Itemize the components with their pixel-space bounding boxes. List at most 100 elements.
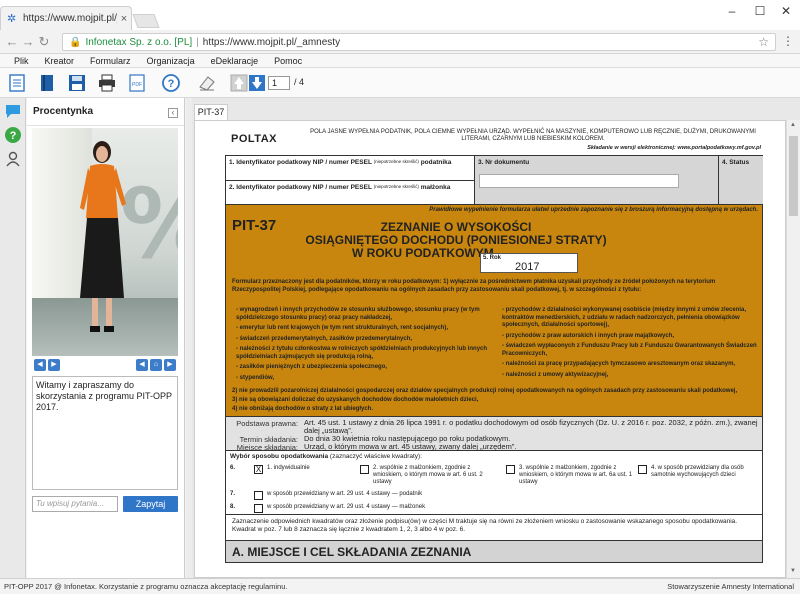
income-item: - należności z umowy aktywizacyjnej, [502,371,609,378]
page-down-button[interactable] [246,72,268,94]
help-button[interactable]: ? [160,72,182,94]
tab-title: https://www.mojpit.pl/_a [23,13,117,24]
option-label: 4. w sposób przewidziany dla osób samotn… [651,465,744,478]
form-title: ZEZNANIE O WYSOKOŚCI OSIĄGNIĘTEGO DOCHOD… [266,221,646,260]
document-scrollbar[interactable]: ▲ ▼ [786,120,800,578]
maximize-icon[interactable]: ☐ [752,4,768,18]
menu-kreator[interactable]: Kreator [45,54,75,67]
menu-formularz[interactable]: Formularz [90,54,131,67]
option-checkbox-checked[interactable]: X [254,465,263,474]
print-button[interactable] [96,72,118,94]
form-title-line-3: W ROKU PODATKOWYM [352,246,494,260]
income-item: - zasiłków pieniężnych z ubezpieczenia s… [236,364,388,370]
scroll-thumb[interactable] [789,136,798,216]
assistant-title: Procentynka [27,98,184,126]
income-item: - świadczeń wypłaconych z Funduszu Pracy… [502,343,757,357]
status-bar: PIT-OPP 2017 @ Infonetax. Korzystanie z … [0,578,800,594]
clear-button[interactable] [196,72,218,94]
video-home-icon[interactable]: ⌂ [150,359,162,371]
nip-taxpayer-label: 1. Identyfikator podatkowy NIP / numer P… [229,159,372,166]
chat-bubble-icon[interactable] [4,102,22,120]
left-icon-strip: ? [0,98,26,578]
brochure-note: Prawidłowe wypełnienie formularza ułatwi… [429,207,758,213]
minimize-icon[interactable]: – [724,4,740,18]
scroll-down-icon[interactable]: ▼ [790,568,796,574]
option-checkbox[interactable] [254,491,263,500]
document-number-input[interactable] [479,174,679,188]
nip-taxpayer-field[interactable]: 1. Identyfikator podatkowy NIP / numer P… [229,159,469,181]
forward-icon[interactable]: → [20,34,36,50]
condition-item: 3) nie są obowiązani doliczać do uzyskan… [232,397,479,403]
book-icon [41,75,53,91]
pit37-form: POLTAX POLA JASNE WYPEŁNIA PODATNIK, POL… [223,127,765,577]
tax-year-label: 5. Rok [483,255,502,261]
assistant-video[interactable]: % [32,128,178,356]
loading-icon: ✲ [7,12,17,25]
ask-button[interactable]: Zapytaj [123,496,178,512]
question-input[interactable]: Tu wpisuj pytania... [32,496,118,512]
bookmark-star-icon[interactable]: ☆ [758,35,769,49]
tax-year-field[interactable]: 5. Rok 2017 [480,253,578,273]
legal-key: Podstawa prawna: [236,419,298,428]
new-tab-button[interactable] [132,14,160,28]
income-item: - należności z tytułu członkostwa w roln… [236,346,488,360]
app-menubar: Plik Kreator Formularz Organizacja eDekl… [0,54,800,68]
tab-pit-37[interactable]: PIT-37 [194,104,228,120]
option-checkbox[interactable] [506,465,515,474]
menu-pomoc[interactable]: Pomoc [274,54,302,67]
status-label: 4. Status [722,159,750,166]
option-checkbox[interactable] [360,465,369,474]
option-checkbox[interactable] [638,465,647,474]
taxation-method-title: Wybór sposobu opodatkowania (zaznaczyć w… [230,453,422,460]
option-label: w sposób przewidziany w art. 29 ust. 4 u… [267,504,426,510]
assistant-panel: Procentynka ‹ % ◀ ▶ ◀ ⌂ ▶ Witamy i zapra… [27,98,185,578]
video-next-icon[interactable]: ▶ [164,359,176,371]
assistant-chat-log: Witamy i zapraszamy do skorzystania z pr… [32,376,178,490]
electronic-note: Składanie w wersji elektronicznej: www.p… [587,145,761,151]
export-pdf-button[interactable]: PDF [126,72,148,94]
panel-collapse-icon[interactable]: ‹ [168,108,178,118]
browser-menu-icon[interactable]: ⋮ [782,34,794,48]
scroll-up-icon[interactable]: ▲ [790,122,796,128]
option-joint-art6-2[interactable]: 2. wspólnie z małżonkiem, zgodnie z wnio… [360,465,500,486]
tab-close-icon[interactable]: × [117,13,131,25]
option-art29-spouse[interactable]: 8. w sposób przewidziany w art. 29 ust. … [230,504,530,513]
back-icon[interactable]: ← [4,34,20,50]
document-number-cell: 3. Nr dokumentu [474,156,718,204]
document-area: PIT-37 POLTAX POLA JASNE WYPEŁNIA PODATN… [192,98,800,578]
video-back-icon[interactable]: ◀ [136,359,148,371]
id-divider [226,180,474,181]
svg-text:?: ? [168,78,175,90]
option-joint-art6a-1[interactable]: 3. wspólnie z małżonkiem, zgodnie z wnio… [506,465,636,486]
lock-icon: 🔒 [69,36,82,48]
nip-spouse-who: małżonka [420,184,451,191]
page-number-input[interactable]: 1 [268,76,290,90]
browser-tab[interactable]: ✲ https://www.mojpit.pl/_a × [0,6,132,30]
app-toolbar: PDF ? 1 / 4 [0,68,800,98]
condition-item: 2) nie prowadzili pozarolniczej działaln… [232,388,738,394]
new-document-button[interactable] [6,72,28,94]
user-icon[interactable] [4,150,22,168]
help-circle-icon[interactable]: ? [4,126,22,144]
arrow-down-icon [249,75,265,91]
taxation-footnote: Zaznaczenie odpowiednich kwadratów oraz … [225,515,763,541]
option-checkbox[interactable] [254,504,263,513]
menu-organizacja[interactable]: Organizacja [147,54,195,67]
nip-spouse-field[interactable]: 2. Identyfikator podatkowy NIP / numer P… [229,184,469,204]
nip-spouse-label: 2. Identyfikator podatkowy NIP / numer P… [229,184,372,191]
option-single-parent[interactable]: 4. w sposób przewidziany dla osób samotn… [638,465,760,479]
video-prev-icon[interactable]: ◀ [34,359,46,371]
url-input[interactable]: 🔒 Infonetax Sp. z o.o. [PL] | https://ww… [62,33,776,51]
option-individual[interactable]: 6. X 1. indywidualnie [230,465,360,474]
site-identity: Infonetax Sp. z o.o. [PL] [85,36,193,48]
open-document-button[interactable] [36,72,58,94]
save-button[interactable] [66,72,88,94]
address-bar-row: ← → ↻ 🔒 Infonetax Sp. z o.o. [PL] | http… [0,30,800,54]
video-play-icon[interactable]: ▶ [48,359,60,371]
option-art29-taxpayer[interactable]: 7. w sposób przewidziany w art. 29 ust. … [230,491,530,500]
menu-edeklaracje[interactable]: eDeklaracje [211,54,259,67]
window-close-icon[interactable]: ✕ [778,4,794,18]
nip-spouse-hint: (niepotrzebne skreślić) [373,184,419,189]
menu-plik[interactable]: Plik [14,54,29,67]
reload-icon[interactable]: ↻ [36,34,52,50]
